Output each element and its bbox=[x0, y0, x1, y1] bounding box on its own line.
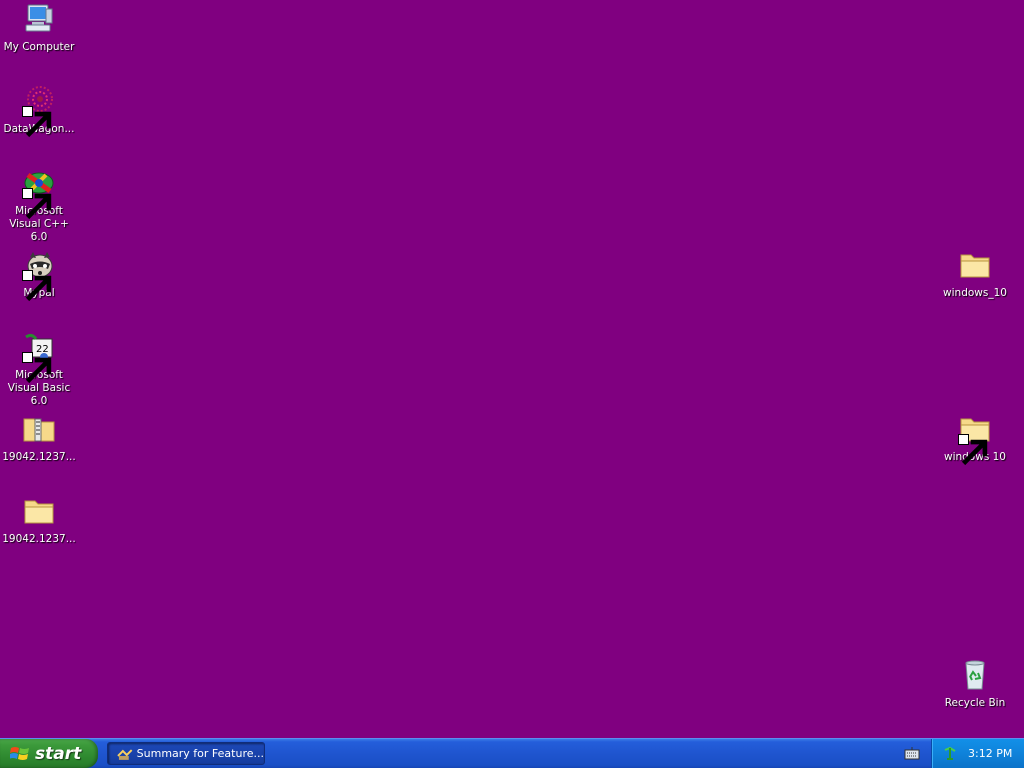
windows-logo-icon bbox=[10, 746, 29, 760]
taskbar: start Summary for Feature... 3:12 PM bbox=[0, 738, 1024, 768]
network-icon[interactable] bbox=[942, 746, 958, 761]
desktop-icon-label: My Computer bbox=[3, 41, 75, 53]
shortcut-arrow-icon bbox=[22, 106, 52, 138]
shortcut-arrow-icon bbox=[22, 352, 52, 384]
recycle-bin-icon bbox=[965, 660, 985, 690]
desktop-icon-visual-basic[interactable]: 22 Microsoft Visual Basic 6.0 bbox=[1, 331, 77, 408]
desktop-icon-label: Recycle Bin bbox=[944, 697, 1006, 709]
desktop: My Computer DataWagon... Microsoft Visua… bbox=[0, 0, 1024, 738]
desktop-icon-my-computer[interactable]: My Computer bbox=[1, 3, 77, 54]
shortcut-arrow-icon bbox=[22, 270, 52, 302]
desktop-icon-folder-19042[interactable]: 19042.1237... bbox=[1, 495, 77, 546]
start-label: start bbox=[35, 743, 82, 764]
start-button[interactable]: start bbox=[0, 739, 98, 768]
keyboard-icon[interactable] bbox=[904, 746, 920, 760]
computer-icon bbox=[25, 4, 53, 32]
desktop-icon-datawagon[interactable]: DataWagon... bbox=[1, 85, 77, 138]
clock: 3:12 PM bbox=[968, 747, 1013, 760]
desktop-icon-label: 19042.1237... bbox=[2, 451, 76, 463]
desktop-icon-mypal[interactable]: Mypal bbox=[1, 249, 77, 302]
desktop-icon-recycle-bin[interactable]: Recycle Bin bbox=[937, 659, 1013, 710]
desktop-icon-label: windows_10 bbox=[943, 287, 1007, 299]
shortcut-arrow-icon bbox=[958, 434, 988, 466]
desktop-icon-zip-folder[interactable]: 19042.1237... bbox=[1, 413, 77, 464]
taskbar-button-label: Summary for Feature... bbox=[136, 747, 264, 760]
desktop-icon-windows_10[interactable]: windows_10 bbox=[937, 249, 1013, 300]
folder-icon bbox=[960, 254, 990, 278]
taskbar-button-summary[interactable]: Summary for Feature... bbox=[107, 742, 265, 765]
folder-icon bbox=[24, 500, 54, 524]
zip-folder-icon bbox=[23, 418, 55, 442]
desktop-icon-visual-cpp[interactable]: Microsoft Visual C++ 6.0 bbox=[1, 167, 77, 244]
shortcut-arrow-icon bbox=[22, 188, 52, 220]
system-tray: 3:12 PM bbox=[931, 739, 1024, 768]
desktop-icon-windows-10-shortcut[interactable]: windows 10 bbox=[937, 413, 1013, 466]
task-app-icon bbox=[117, 748, 133, 760]
desktop-icon-label: 19042.1237... bbox=[2, 533, 76, 545]
